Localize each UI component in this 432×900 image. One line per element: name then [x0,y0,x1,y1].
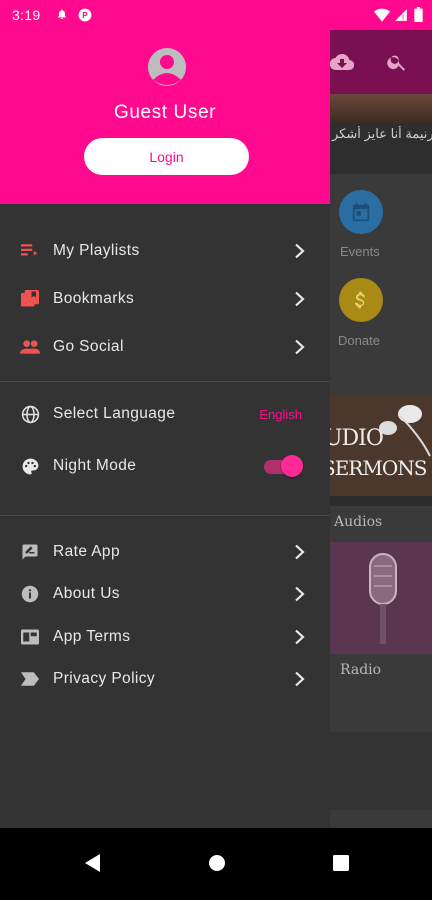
login-button[interactable]: Login [84,138,249,175]
recents-icon[interactable] [326,848,356,878]
background-featured-card[interactable]: ترنيمة أنا عايز أشكر [330,94,432,174]
menu-item-rate-app[interactable]: Rate App [0,529,330,575]
menu-item-label: Rate App [53,543,120,560]
background-empty-card [330,732,432,810]
chevron-right-icon [295,243,305,259]
drawer-header: Guest User Login [0,30,330,204]
signal-icon [394,8,408,27]
globe-icon [20,404,40,424]
info-icon [20,584,40,604]
rate-review-icon [20,542,40,562]
svg-text:P: P [82,11,88,20]
chevron-right-icon [295,339,305,355]
menu-item-my-playlists[interactable]: My Playlists [0,228,330,274]
audios-tile[interactable]: UDIO SERMONS [330,396,432,506]
menu-item-app-terms[interactable]: App Terms [0,614,330,660]
chevron-right-icon [295,629,305,645]
navigation-drawer: Guest User Login My Playlists Bookmarks … [0,30,330,828]
featured-caption: ترنيمة أنا عايز أشكر [332,126,432,141]
microphone-image [330,542,432,654]
menu-item-label: Bookmarks [53,290,135,307]
playlist-icon [20,241,40,261]
menu-item-select-language[interactable]: Select Language English [0,391,330,437]
radio-tile[interactable] [330,542,432,654]
account-circle-icon [148,48,186,86]
donate-icon[interactable] [339,278,383,322]
menu-item-go-social[interactable]: Go Social [0,324,330,370]
audio-tile-text-1: UDIO [330,426,384,451]
user-name: Guest User [113,102,217,123]
menu-item-about-us[interactable]: About Us [0,571,330,617]
menu-item-label: Select Language [53,405,176,422]
chevron-right-icon [295,291,305,307]
menu-item-bookmarks[interactable]: Bookmarks [0,276,330,322]
battery-icon [414,7,423,27]
cloud-download-icon[interactable] [328,48,356,76]
menu-item-label: My Playlists [53,242,140,259]
audios-label: Audios [334,514,383,530]
notification-bell-icon [56,7,68,26]
palette-icon [20,456,40,476]
chevron-right-icon [295,671,305,687]
night-mode-toggle[interactable] [262,455,304,477]
audio-tile-text-2: SERMONS [330,456,427,480]
menu-item-label: Go Social [53,338,124,355]
back-icon[interactable] [78,848,108,878]
featured-image [330,94,432,124]
menu-item-label: Privacy Policy [53,670,156,687]
search-icon[interactable] [383,48,411,76]
menu-item-label: About Us [53,585,120,602]
section-divider [0,515,330,516]
donate-label: Donate [338,333,380,348]
events-icon[interactable] [339,190,383,234]
menu-item-label: App Terms [53,628,131,645]
language-value[interactable]: English [259,407,302,422]
section-divider [0,381,330,382]
wifi-icon [374,8,390,27]
app-notification-icon: P [78,8,92,27]
terms-icon [20,627,40,647]
status-bar: 3:19 P [0,0,432,30]
events-label: Events [340,244,380,259]
toggle-thumb [281,455,303,477]
bookmarks-icon [20,289,40,309]
menu-item-label: Night Mode [53,457,137,474]
chevron-right-icon [295,586,305,602]
label-tag-icon [20,669,40,689]
people-icon [20,337,40,357]
system-navigation-bar [0,828,432,900]
radio-label: Radio [340,662,382,678]
status-time: 3:19 [12,7,41,23]
chevron-right-icon [295,544,305,560]
home-icon[interactable] [202,848,232,878]
menu-item-privacy-policy[interactable]: Privacy Policy [0,656,330,702]
